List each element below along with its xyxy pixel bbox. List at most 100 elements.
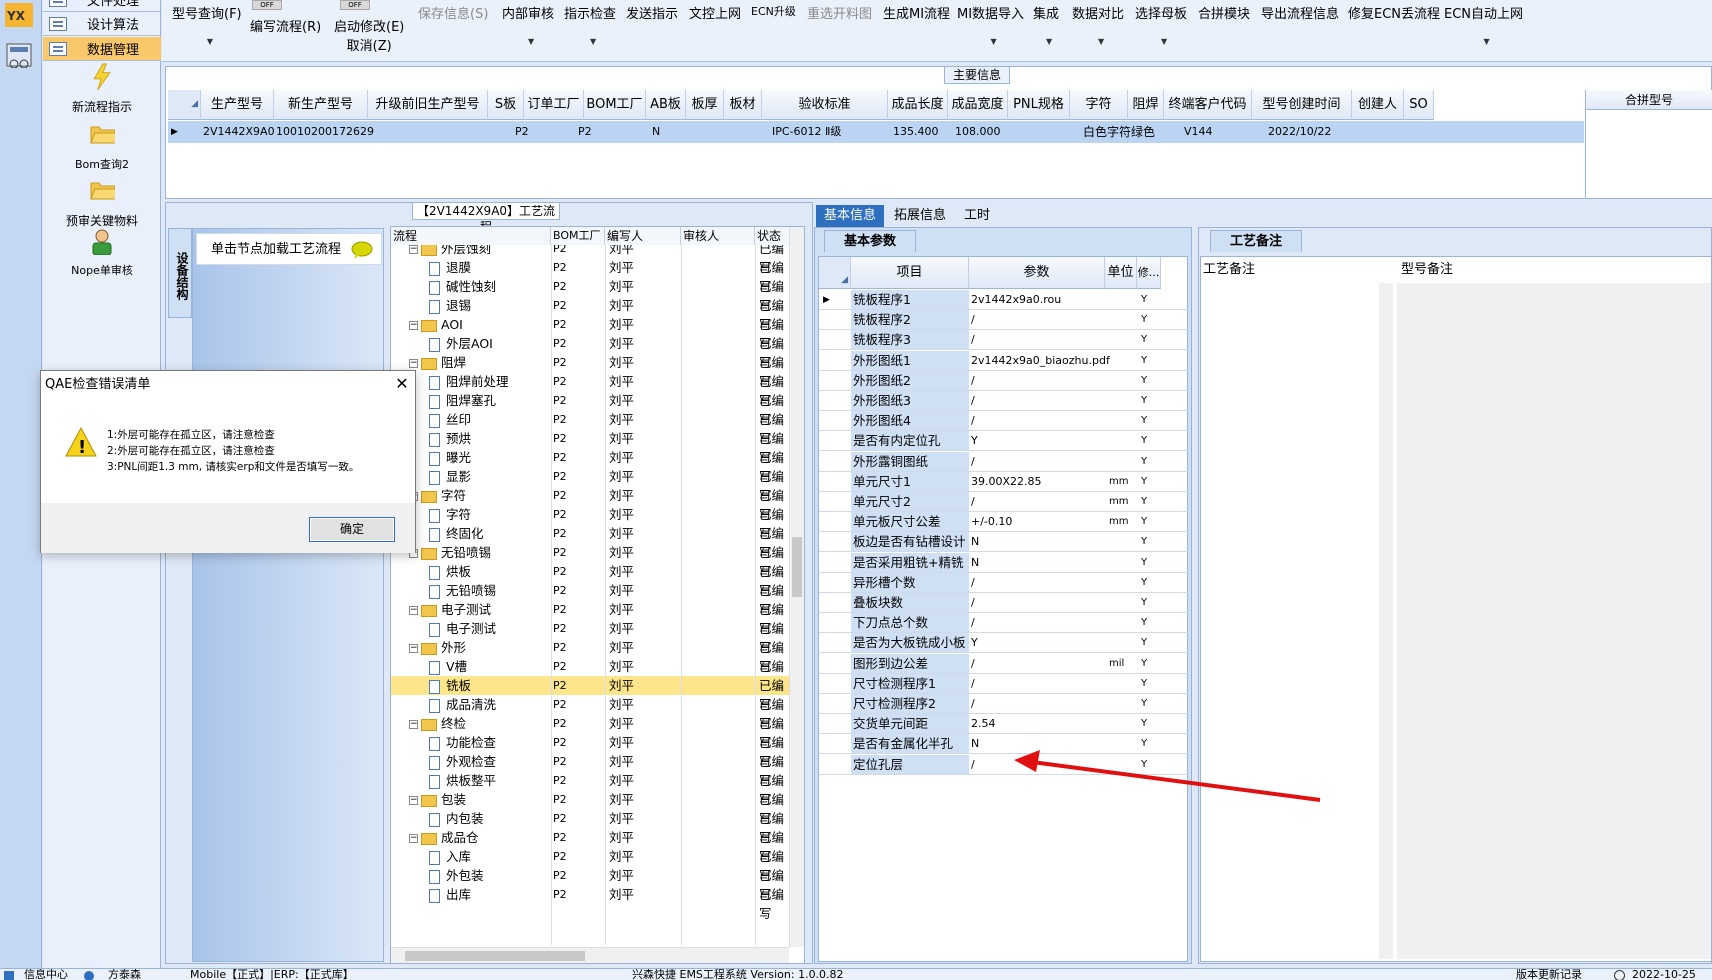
tree-row[interactable]: 预烘 P2 刘平 已编写 xyxy=(391,429,789,465)
toolbar-data-compare[interactable]: 数据对比 ▼ xyxy=(1072,3,1124,46)
col-header[interactable]: 阻焊 xyxy=(1128,90,1164,120)
toolbar-reselect-cut[interactable]: 重选开料图 xyxy=(807,3,872,22)
tree-row[interactable]: − 终检 P2 刘平 已编写 xyxy=(391,714,789,750)
toolbar-repair-ecn[interactable]: 修复ECN丢流程 xyxy=(1348,3,1440,22)
param-cell-value[interactable]: Y xyxy=(971,633,978,652)
param-cell-value[interactable]: 2v1442x9a0.rou xyxy=(971,290,1061,309)
tree-row[interactable]: − 包装 P2 刘平 已编写 xyxy=(391,790,789,826)
param-row[interactable]: ▶ 铣板程序1 2v1442x9a0.rou Y xyxy=(819,290,1189,310)
toolbar-generate-mi[interactable]: 生成MI流程 xyxy=(883,3,950,22)
toggle-switch[interactable]: OFF xyxy=(340,0,370,10)
col-header[interactable]: 成品长度 xyxy=(888,90,948,120)
tree-row[interactable]: 烘板 P2 刘平 已编写 xyxy=(391,562,789,598)
tree-row[interactable]: 功能检查 P2 刘平 已编写 xyxy=(391,733,789,769)
param-row[interactable]: 铣板程序3/ Y xyxy=(819,330,1189,351)
param-cell-value[interactable]: / xyxy=(971,492,975,511)
param-cell-value[interactable]: / xyxy=(971,593,975,612)
param-cell-value[interactable]: / xyxy=(971,452,975,471)
col-header[interactable]: 板材 xyxy=(724,90,762,120)
collapse-icon[interactable]: − xyxy=(409,321,418,330)
tree-col-header[interactable]: 审核人 xyxy=(681,227,755,245)
tree-vscrollbar[interactable] xyxy=(789,227,804,947)
col-header[interactable]: 板厚 xyxy=(686,90,724,120)
col-header[interactable]: SO xyxy=(1404,90,1434,120)
tree-row[interactable]: 丝印 P2 刘平 已编写 xyxy=(391,410,789,446)
tree-row[interactable]: −字符P2刘平已编写 xyxy=(391,486,789,522)
nav-menu-data[interactable]: 数据管理 xyxy=(43,37,161,61)
tree-col-header[interactable]: 状态 xyxy=(755,227,789,245)
tree-row[interactable]: 曝光 P2 刘平 已编写 xyxy=(391,448,789,484)
tab-basic-params[interactable]: 基本参数 xyxy=(824,230,916,252)
param-col-header[interactable]: 参数 xyxy=(969,257,1105,289)
col-header[interactable]: 验收标准 xyxy=(762,90,888,120)
param-row[interactable]: 单元尺寸1 39.00X22.85 mm Y xyxy=(819,471,1189,492)
col-header[interactable]: BOM工厂 xyxy=(584,90,646,120)
tree-row[interactable]: 字符 P2 刘平 已编写 xyxy=(391,505,789,541)
nav-tool-new-process[interactable]: 新流程指示 xyxy=(43,63,161,115)
merge-model-header[interactable]: 合拼型号 xyxy=(1586,90,1712,110)
model-remark-text[interactable] xyxy=(1397,283,1711,959)
tree-row[interactable]: 铣板 P2 刘平 已编写 xyxy=(391,676,789,712)
param-col-header[interactable]: 修... xyxy=(1137,257,1161,289)
collapse-icon[interactable]: − xyxy=(409,245,418,254)
param-row[interactable]: 单元板尺寸公差 +/-0.10 mm Y xyxy=(819,512,1189,533)
tree-row[interactable]: − 外层蚀刻 P2 刘平 已编写 xyxy=(391,245,789,275)
param-row[interactable]: 外形图纸3/ Y xyxy=(819,391,1189,411)
close-icon[interactable]: ✕ xyxy=(391,373,413,395)
param-row[interactable]: 外形图纸2/ Y xyxy=(819,370,1189,391)
col-header[interactable]: 新生产型号 xyxy=(274,90,368,120)
param-row[interactable]: 叠板块数 / Y xyxy=(819,593,1189,613)
collapse-icon[interactable]: − xyxy=(409,644,418,653)
vertical-tab-equipment[interactable]: 设备结构 xyxy=(168,228,192,318)
param-cell-value[interactable]: / xyxy=(971,674,975,693)
tree-col-header[interactable]: 流程 xyxy=(391,227,551,245)
nav-menu-file[interactable]: 文件处理 xyxy=(43,0,161,12)
toolbar-export-process[interactable]: 导出流程信息 xyxy=(1261,3,1339,22)
param-cell-value[interactable]: / xyxy=(971,371,975,390)
col-header[interactable]: 终端客户代码 xyxy=(1164,90,1252,120)
col-header[interactable]: 字符 xyxy=(1070,90,1128,120)
toolbar-model-query[interactable]: 型号查询(F) ▼ xyxy=(172,3,242,46)
param-cell-value[interactable]: / xyxy=(971,330,975,349)
remark-scrollbar[interactable] xyxy=(1379,283,1393,959)
param-row[interactable]: 是否为大板铣成小板 Y Y xyxy=(819,633,1189,654)
tree-row[interactable]: 出库 P2 刘平 已编写 xyxy=(391,885,789,921)
tree-row[interactable]: 外包装 P2 刘平 已编写 xyxy=(391,866,789,902)
tree-row[interactable]: 阻焊塞孔 P2 刘平 已编写 xyxy=(391,391,789,427)
param-row[interactable]: 图形到边公差 / mil Y xyxy=(819,653,1189,674)
toolbar-instruction-check[interactable]: 指示检查 ▼ xyxy=(564,3,616,46)
col-header[interactable]: AB板 xyxy=(646,90,686,120)
toolbar-select-mother[interactable]: 选择母板 ▼ xyxy=(1135,3,1187,46)
tree-row[interactable]: 成品清洗 P2 刘平 已编写 xyxy=(391,695,789,731)
param-cell-value[interactable]: N xyxy=(971,734,979,753)
tree-col-header[interactable]: 编写人 xyxy=(605,227,681,245)
ok-button[interactable]: 确定 xyxy=(309,517,395,542)
param-cell-value[interactable]: / xyxy=(971,755,975,774)
param-cell-value[interactable]: / xyxy=(971,694,975,713)
toolbar-mi-import[interactable]: MI数据导入 ▼ xyxy=(957,3,1024,46)
param-col-header[interactable]: 项目 xyxy=(851,257,969,289)
nav-tool-nope-review[interactable]: Nope单审核 xyxy=(43,227,161,278)
tree-row[interactable]: 显影 P2 刘平 已编写 xyxy=(391,467,789,503)
tree-row[interactable]: 退锡 P2 刘平 已编写 xyxy=(391,296,789,332)
tree-row[interactable]: 退膜 P2 刘平 已编写 xyxy=(391,258,789,294)
param-cell-value[interactable]: 2v1442x9a0_biaozhu.pdf xyxy=(971,351,1110,370)
status-info-center[interactable]: 信息中心 xyxy=(24,969,68,980)
param-cell-value[interactable]: / xyxy=(971,573,975,592)
toolbar-doc-control[interactable]: 文控上网 xyxy=(689,3,741,22)
param-cell-value[interactable]: / xyxy=(971,411,975,430)
param-row[interactable]: 外形图纸1 2v1442x9a0_biaozhu.pdf Y xyxy=(819,350,1189,371)
tree-row[interactable]: − 无铅喷锡 P2 刘平 已编写 xyxy=(391,543,789,579)
col-header[interactable]: 升级前旧生产型号 xyxy=(368,90,488,120)
col-header[interactable]: 订单工厂 xyxy=(524,90,584,120)
nav-menu-design[interactable]: 设计算法 xyxy=(43,12,161,36)
tree-row[interactable]: 阻焊前处理 P2 刘平 已编写 xyxy=(391,372,789,408)
param-col-header[interactable]: 单位 xyxy=(1105,257,1137,289)
param-cell-value[interactable]: N xyxy=(971,532,979,551)
col-header[interactable]: PNL规格 xyxy=(1008,90,1070,120)
toolbar-send-instruction[interactable]: 发送指示 xyxy=(626,3,678,22)
param-cell-value[interactable]: +/-0.10 xyxy=(971,512,1012,531)
tree-row[interactable]: − 阻焊 P2 刘平 已编写 xyxy=(391,353,789,389)
toolbar-merge-module[interactable]: 合拼模块 xyxy=(1198,3,1250,22)
collapse-icon[interactable]: − xyxy=(409,606,418,615)
